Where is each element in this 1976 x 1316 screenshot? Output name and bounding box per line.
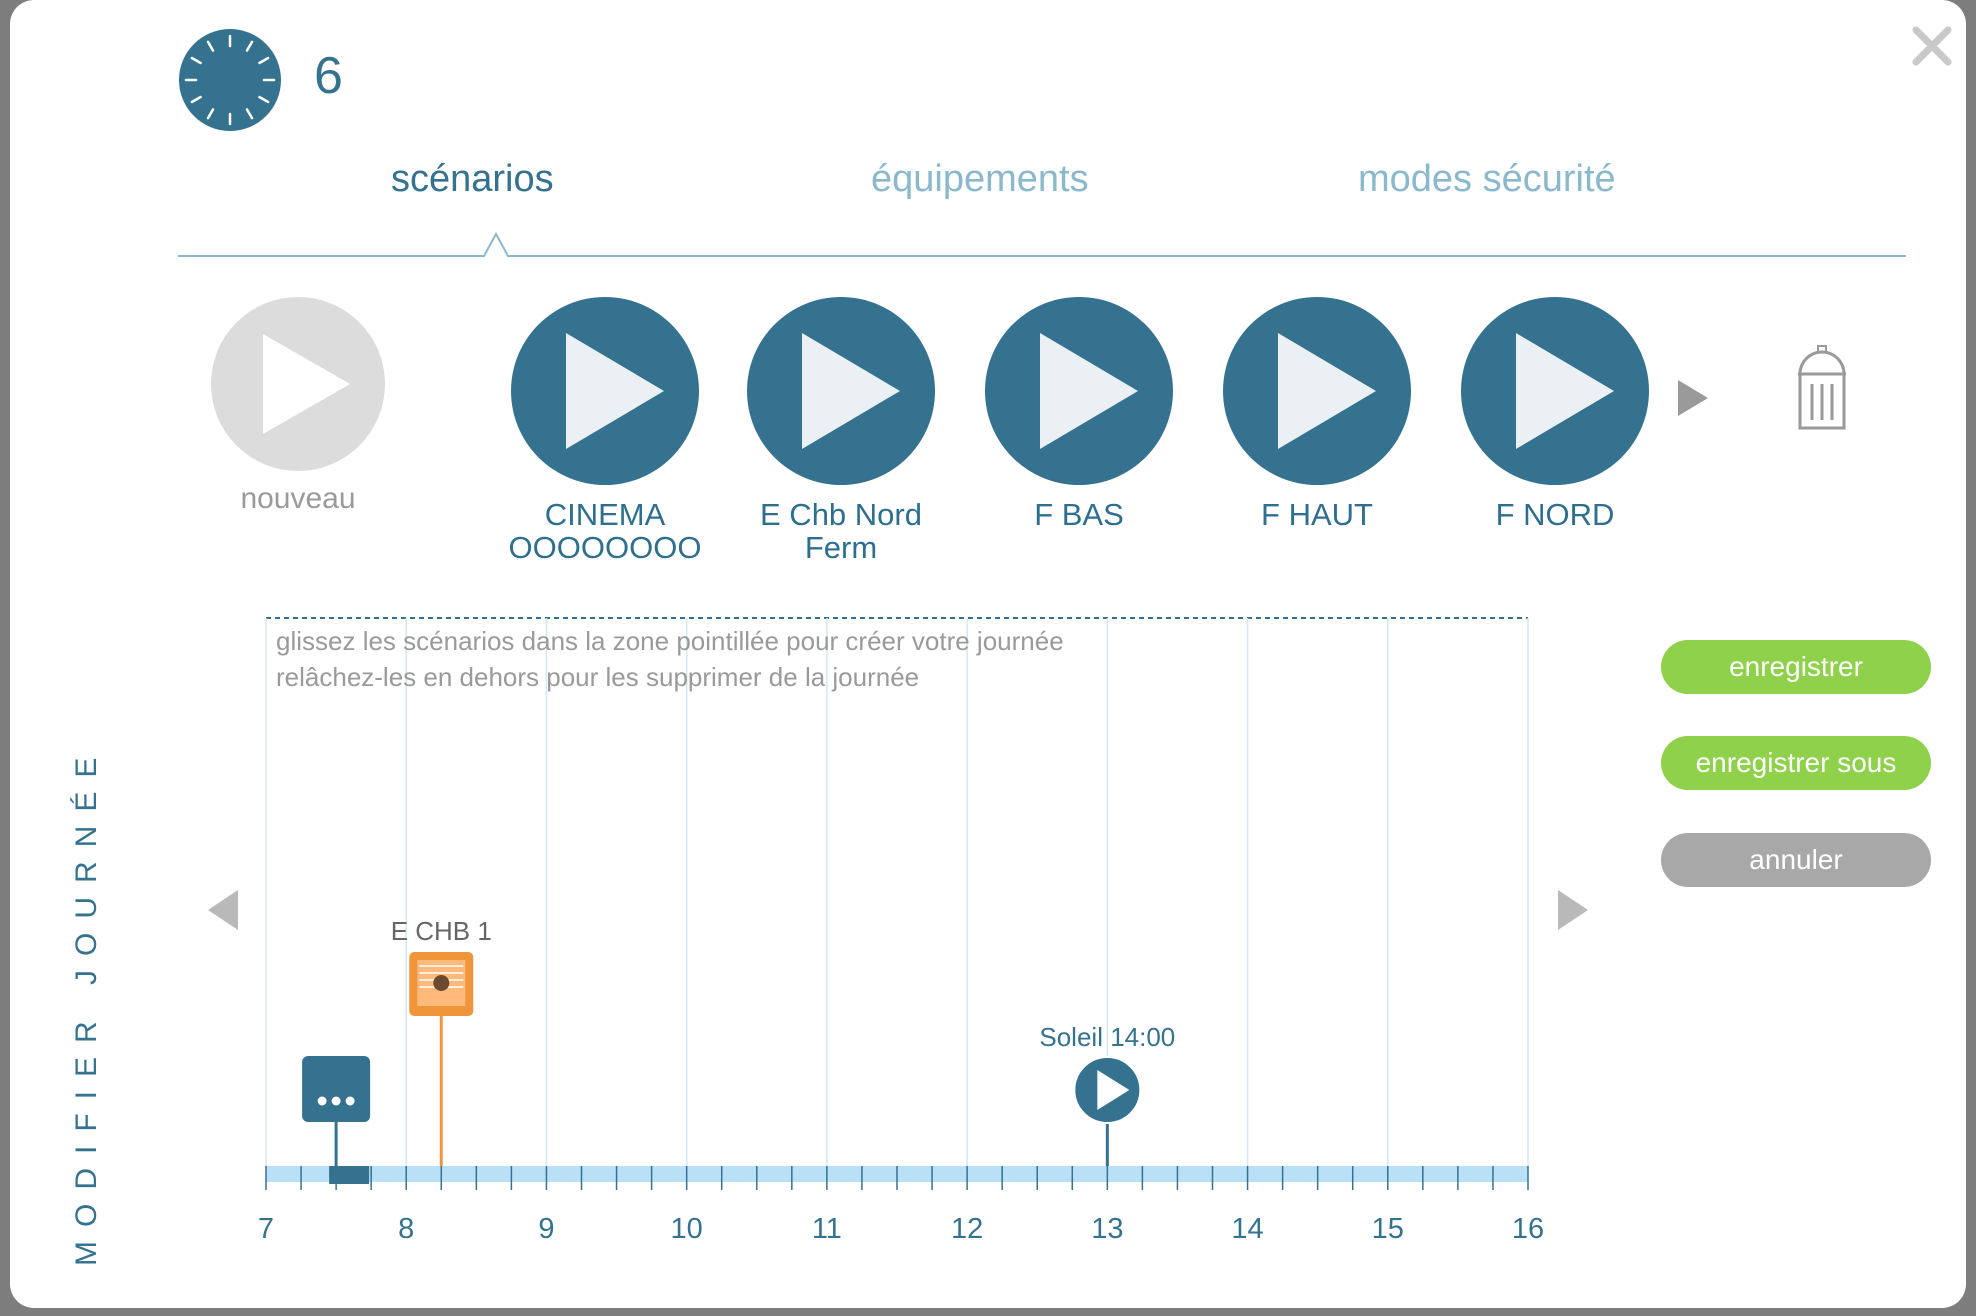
cancel-button[interactable]: annuler xyxy=(1661,833,1931,887)
scenario-label: F NORD xyxy=(1495,497,1615,532)
tab-equipements[interactable]: équipements xyxy=(871,158,1089,201)
save-as-button[interactable]: enregistrer sous xyxy=(1661,736,1931,790)
scenario-f-haut[interactable]: F HAUT xyxy=(1202,296,1432,531)
event-label: E CHB 1 xyxy=(391,916,492,946)
play-icon xyxy=(985,297,1173,485)
hour-tick-label: 8 xyxy=(398,1213,414,1245)
hour-tick-label: 13 xyxy=(1091,1213,1123,1245)
timeline-next-arrow-icon[interactable] xyxy=(1556,888,1590,932)
play-icon xyxy=(747,297,935,485)
hour-tick-label: 15 xyxy=(1372,1213,1404,1245)
event-label: Soleil 14:00 xyxy=(1039,1022,1175,1052)
trash-icon[interactable] xyxy=(1796,344,1848,430)
more-dots-icon[interactable] xyxy=(302,1056,371,1122)
close-icon[interactable] xyxy=(1910,24,1954,68)
new-scenario-label: nouveau xyxy=(240,482,356,515)
scenario-label: E Chb Nord Ferm xyxy=(760,497,922,565)
play-icon xyxy=(511,297,699,485)
scenario-e-chb-nord-ferm[interactable]: E Chb Nord Ferm xyxy=(726,296,956,564)
hour-tick-label: 9 xyxy=(538,1213,554,1245)
timeline-previous-arrow-icon[interactable] xyxy=(206,888,240,932)
hour-tick-label: 11 xyxy=(812,1213,842,1245)
hour-tick-label: 16 xyxy=(1512,1213,1544,1245)
scenario-counter: 6 xyxy=(314,47,343,105)
play-icon xyxy=(1461,297,1649,485)
hour-tick-label: 14 xyxy=(1231,1213,1263,1245)
tab-scenarios[interactable]: scénarios xyxy=(391,158,554,201)
modifier-journee-title: MODIFIER JOURNÉE xyxy=(70,743,103,1266)
scenario-f-nord[interactable]: F NORD xyxy=(1440,296,1670,531)
hour-tick-label: 7 xyxy=(258,1213,274,1245)
hint-line-1: glissez les scénarios dans la zone point… xyxy=(276,626,1064,656)
play-icon xyxy=(211,297,385,471)
tab-modes-securite[interactable]: modes sécurité xyxy=(1358,158,1616,201)
hour-tick-label: 12 xyxy=(951,1213,983,1245)
scenario-label: F HAUT xyxy=(1261,497,1373,532)
clock-icon xyxy=(179,29,281,131)
save-button[interactable]: enregistrer xyxy=(1661,640,1931,694)
hint-line-2: relâchez-les en dehors pour les supprime… xyxy=(276,662,920,692)
hour-tick-label: 10 xyxy=(671,1213,703,1245)
scenario-cinema[interactable]: CINEMA OOOOOOOO xyxy=(490,296,720,564)
scenario-label: CINEMA OOOOOOOO xyxy=(508,497,702,565)
scenario-label: F BAS xyxy=(1034,497,1124,532)
tabs-underline xyxy=(178,231,1906,257)
next-scenarios-arrow-icon[interactable] xyxy=(1676,378,1710,418)
play-icon xyxy=(1223,297,1411,485)
new-scenario-button[interactable]: nouveau xyxy=(210,296,386,515)
scenario-f-bas[interactable]: F BAS xyxy=(964,296,1194,531)
